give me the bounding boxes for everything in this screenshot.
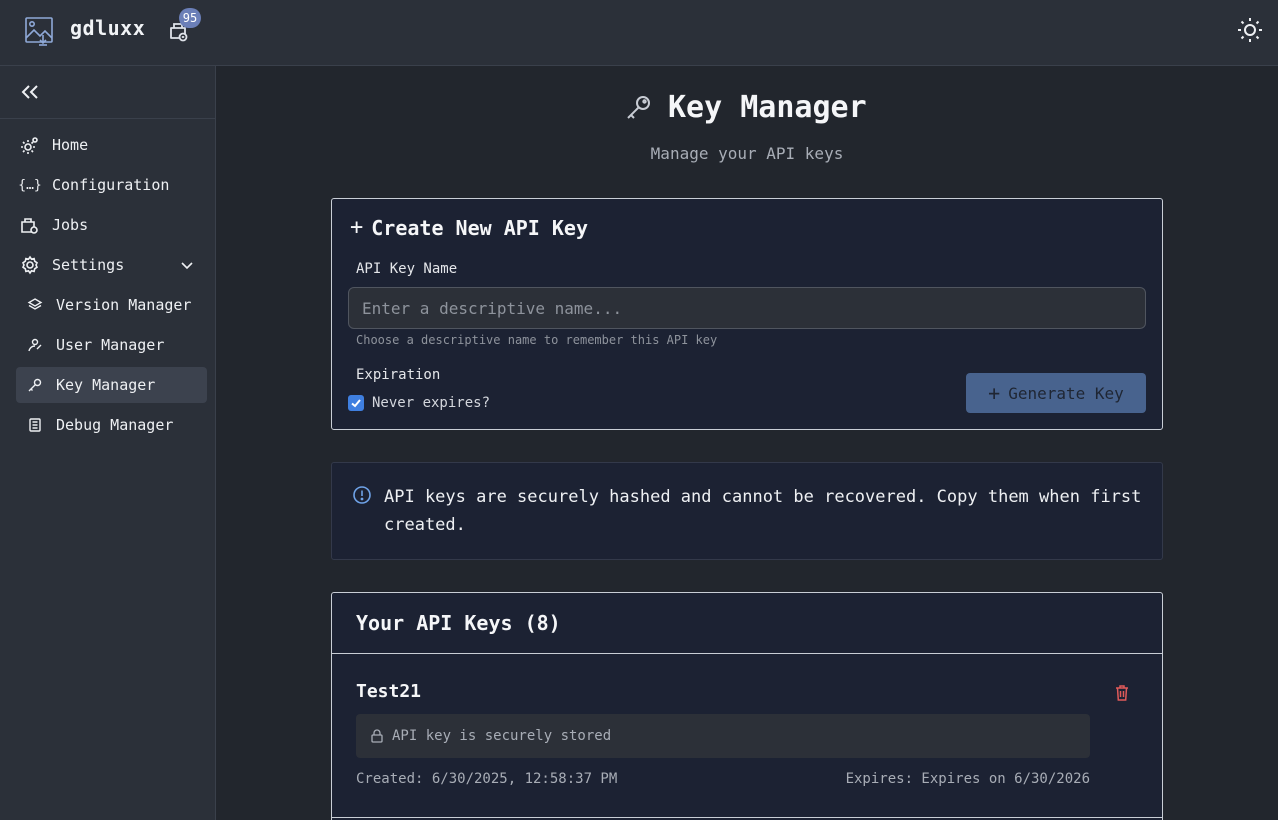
- key-status-text: API key is securely stored: [392, 728, 612, 744]
- api-keys-card: Your API Keys (8) Test21 API key is secu…: [331, 592, 1163, 820]
- sidebar-item-key-manager[interactable]: Key Manager: [16, 367, 207, 403]
- sidebar-item-label: Configuration: [52, 176, 170, 194]
- generate-key-button[interactable]: + Generate Key: [966, 373, 1146, 413]
- sidebar-item-user-manager[interactable]: User Manager: [16, 327, 207, 363]
- user-icon: [26, 335, 44, 355]
- sidebar-divider: [0, 118, 215, 119]
- sidebar-item-label: Key Manager: [56, 376, 156, 394]
- info-alert: API keys are securely hashed and cannot …: [331, 462, 1163, 560]
- never-expires-label[interactable]: Never expires?: [372, 395, 490, 411]
- generate-key-label: Generate Key: [1008, 383, 1124, 403]
- sidebar-item-label: Settings: [52, 256, 125, 274]
- sidebar-item-label: Home: [52, 136, 89, 154]
- key-expires: Expires: Expires on 6/30/2026: [845, 771, 1090, 787]
- trash-icon[interactable]: [1112, 683, 1132, 703]
- sun-icon[interactable]: [1236, 16, 1264, 44]
- main-content: Key Manager Manage your API keys + Creat…: [216, 66, 1278, 820]
- expiration-label: Expiration: [356, 367, 441, 383]
- sidebar-item-configuration[interactable]: {…} Configuration: [16, 167, 207, 203]
- key-icon: [26, 375, 44, 395]
- sidebar-item-debug-manager[interactable]: Debug Manager: [16, 407, 207, 443]
- divider: [332, 653, 1162, 654]
- key-name: Test21: [356, 681, 422, 702]
- page-title-text: Key Manager: [668, 90, 867, 125]
- checkmark-icon: [351, 399, 361, 408]
- gallery-download-icon[interactable]: [23, 12, 59, 48]
- info-text: API keys are securely hashed and cannot …: [384, 487, 1142, 535]
- sidebar-item-label: Debug Manager: [56, 416, 174, 434]
- key-status-box: API key is securely stored: [356, 714, 1090, 758]
- sidebar-item-label: Version Manager: [56, 296, 192, 314]
- api-key-name-hint: Choose a descriptive name to remember th…: [356, 333, 718, 347]
- gear-icon: [20, 135, 40, 155]
- api-key-name-label: API Key Name: [356, 261, 458, 277]
- jobs-icon: [20, 215, 40, 235]
- top-bar: gdluxx 95: [0, 0, 1278, 66]
- app-name[interactable]: gdluxx: [70, 16, 145, 40]
- create-key-title-text: Create New API Key: [371, 215, 588, 240]
- braces-icon: {…}: [18, 177, 42, 193]
- sidebar-item-jobs[interactable]: Jobs: [16, 207, 207, 243]
- document-icon: [26, 415, 44, 435]
- create-key-title: + Create New API Key: [350, 215, 588, 240]
- settings-icon: [20, 255, 40, 275]
- page-subtitle: Manage your API keys: [650, 144, 844, 163]
- plus-icon: +: [988, 381, 1001, 405]
- divider: [332, 817, 1162, 818]
- page-title: Key Manager: [624, 90, 867, 125]
- create-key-card: + Create New API Key API Key Name Choose…: [331, 198, 1163, 430]
- plus-icon: +: [350, 215, 364, 240]
- api-key-name-input[interactable]: [348, 287, 1146, 329]
- sidebar-item-home[interactable]: Home: [16, 127, 207, 163]
- sidebar-item-version-manager[interactable]: Version Manager: [16, 287, 207, 323]
- sidebar-item-settings[interactable]: Settings: [16, 247, 207, 283]
- api-keys-title: Your API Keys (8): [356, 611, 561, 635]
- sidebar-item-label: Jobs: [52, 216, 89, 234]
- sidebar: Home {…} Configuration Jobs Settings Ver…: [0, 66, 216, 820]
- sidebar-item-label: User Manager: [56, 336, 165, 354]
- jobs-count-badge: 95: [179, 8, 201, 28]
- collapse-sidebar-icon[interactable]: [18, 80, 42, 104]
- layers-icon: [26, 295, 44, 315]
- never-expires-checkbox[interactable]: [348, 395, 364, 411]
- info-icon: [353, 486, 371, 504]
- chevron-down-icon[interactable]: [179, 257, 195, 273]
- lock-icon: [371, 729, 383, 743]
- key-created: Created: 6/30/2025, 12:58:37 PM: [356, 771, 618, 787]
- key-icon: [627, 95, 650, 119]
